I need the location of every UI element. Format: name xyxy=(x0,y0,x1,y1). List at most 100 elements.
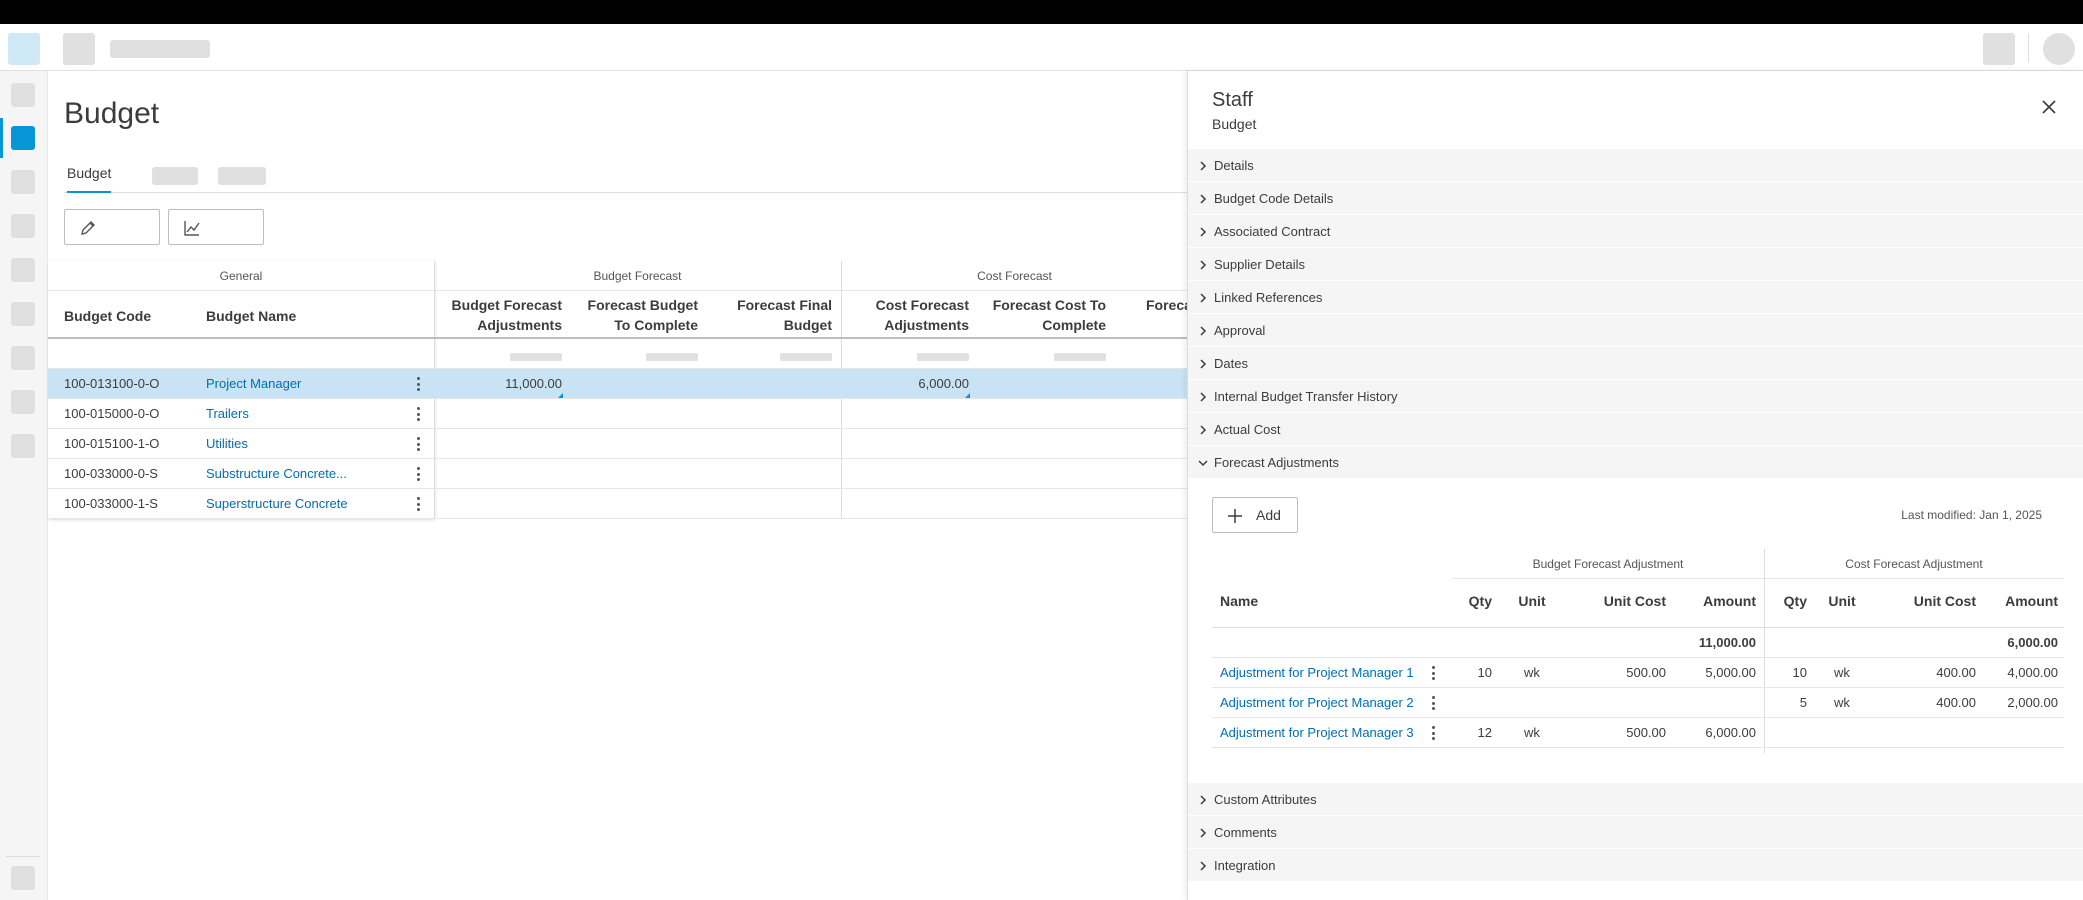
nav-item-1[interactable] xyxy=(11,83,35,107)
accordion-section[interactable]: Approval xyxy=(1188,314,2083,347)
accordion-section[interactable]: Integration xyxy=(1188,849,2083,882)
table-row[interactable]: 100-015000-0-O Trailers xyxy=(48,399,1188,429)
nav-item-9[interactable] xyxy=(11,434,35,458)
cost-unit-cell[interactable]: wk xyxy=(1812,688,1872,717)
budget-unit-cost-cell[interactable]: 500.00 xyxy=(1566,658,1666,687)
table-row[interactable]: Adjustment for Project Manager 3 12 wk 500.… xyxy=(1212,718,2064,748)
totals-row: 11,000.00 6,000.00 xyxy=(1212,628,2064,658)
accordion-section[interactable]: Dates xyxy=(1188,347,2083,380)
table-row[interactable]: 100-033000-1-S Superstructure Concrete xyxy=(48,489,1188,519)
accordion-label: Actual Cost xyxy=(1214,422,1281,437)
table-row[interactable]: 100-015100-1-O Utilities xyxy=(48,429,1188,459)
col-header-qty[interactable]: Qty xyxy=(1767,593,1807,609)
col-header-amount[interactable]: Amount xyxy=(1674,593,1756,609)
table-row[interactable]: 100-013100-0-O Project Manager 11,000.00… xyxy=(48,369,1188,399)
row-menu-icon[interactable] xyxy=(416,377,420,391)
budget-name-link[interactable]: Project Manager xyxy=(206,369,301,398)
accordion-forecast-adjustments[interactable]: Forecast Adjustments xyxy=(1188,446,2083,479)
accordion-label: Dates xyxy=(1214,356,1248,371)
col-header-amount[interactable]: Amount xyxy=(1978,593,2058,609)
app-logo[interactable] xyxy=(8,33,40,65)
accordion-section[interactable]: Budget Code Details xyxy=(1188,182,2083,215)
accordion-label: Supplier Details xyxy=(1214,257,1306,272)
col-header-truncated[interactable]: Foreca xyxy=(1146,295,1192,315)
budget-name-link[interactable]: Trailers xyxy=(206,399,249,428)
adjustment-name-link[interactable]: Adjustment for Project Manager 3 xyxy=(1220,718,1414,747)
nav-item-budget[interactable] xyxy=(11,126,35,150)
col-header-name[interactable]: Name xyxy=(1220,593,1258,609)
summary-row xyxy=(48,339,1188,369)
nav-item-5[interactable] xyxy=(11,258,35,282)
table-row[interactable]: 100-033000-0-S Substructure Concrete... xyxy=(48,459,1188,489)
row-menu-icon[interactable] xyxy=(416,437,420,451)
budget-unit-cell[interactable]: wk xyxy=(1507,658,1557,687)
accordion-section[interactable]: Actual Cost xyxy=(1188,413,2083,446)
budget-forecast-adjustments-cell[interactable]: 11,000.00 xyxy=(444,369,562,398)
chevron-right-icon xyxy=(1200,861,1207,871)
row-menu-icon[interactable] xyxy=(416,467,420,481)
group-header-budget-forecast: Budget Forecast xyxy=(434,261,841,291)
col-header-forecast-final-budget[interactable]: Forecast Final Budget xyxy=(712,295,832,335)
accordion-section[interactable]: Associated Contract xyxy=(1188,215,2083,248)
cost-qty-cell[interactable]: 5 xyxy=(1767,688,1807,717)
edit-button[interactable] xyxy=(64,209,160,245)
tab-budget[interactable]: Budget xyxy=(67,165,112,193)
tab-placeholder-2[interactable] xyxy=(152,167,198,185)
col-header-budget-code[interactable]: Budget Code xyxy=(64,306,151,326)
nav-item-4[interactable] xyxy=(11,214,35,238)
nav-item-6[interactable] xyxy=(11,302,35,326)
table-row[interactable]: Adjustment for Project Manager 2 5 wk 400.0… xyxy=(1212,688,2064,718)
budget-qty-cell[interactable]: 10 xyxy=(1452,658,1492,687)
budget-unit-cell[interactable]: wk xyxy=(1507,718,1557,747)
nav-item-3[interactable] xyxy=(11,170,35,194)
cost-unit-cost-cell[interactable]: 400.00 xyxy=(1876,688,1976,717)
accordion-section[interactable]: Comments xyxy=(1188,816,2083,849)
nav-item-settings[interactable] xyxy=(11,866,35,890)
col-header-qty[interactable]: Qty xyxy=(1452,593,1492,609)
col-header-unit[interactable]: Unit xyxy=(1507,593,1557,609)
cost-qty-cell[interactable]: 10 xyxy=(1767,658,1807,687)
pencil-icon xyxy=(81,221,95,235)
budget-unit-cost-cell[interactable]: 500.00 xyxy=(1566,718,1666,747)
col-header-budget-forecast-adjustments[interactable]: Budget Forecast Adjustments xyxy=(444,295,562,335)
summary-placeholder xyxy=(1054,353,1106,361)
accordion-label: Integration xyxy=(1214,858,1276,873)
budget-name-link[interactable]: Superstructure Concrete xyxy=(206,489,348,518)
cost-unit-cell[interactable]: wk xyxy=(1812,658,1872,687)
budget-qty-cell[interactable]: 12 xyxy=(1452,718,1492,747)
row-menu-icon[interactable] xyxy=(1431,696,1435,710)
budget-code-cell: 100-015000-0-O xyxy=(64,406,160,421)
cost-unit-cost-cell[interactable]: 400.00 xyxy=(1876,658,1976,687)
accordion-section[interactable]: Details xyxy=(1188,149,2083,182)
table-row[interactable]: Adjustment for Project Manager 1 10 wk 500.… xyxy=(1212,658,2064,688)
row-menu-icon[interactable] xyxy=(416,407,420,421)
help-button[interactable] xyxy=(1983,33,2015,65)
row-menu-icon[interactable] xyxy=(416,497,420,511)
project-switcher[interactable] xyxy=(63,33,95,65)
chart-button[interactable] xyxy=(168,209,264,245)
col-header-forecast-cost-to-complete[interactable]: Forecast Cost To Complete xyxy=(982,295,1106,335)
accordion-section[interactable]: Linked References xyxy=(1188,281,2083,314)
col-header-unit-cost[interactable]: Unit Cost xyxy=(1566,593,1666,609)
row-menu-icon[interactable] xyxy=(1431,666,1435,680)
avatar[interactable] xyxy=(2043,33,2075,65)
nav-item-8[interactable] xyxy=(11,390,35,414)
tab-placeholder-3[interactable] xyxy=(218,167,266,185)
nav-item-7[interactable] xyxy=(11,346,35,370)
budget-name-link[interactable]: Substructure Concrete... xyxy=(206,459,347,488)
adjustment-name-link[interactable]: Adjustment for Project Manager 2 xyxy=(1220,688,1414,717)
budget-name-link[interactable]: Utilities xyxy=(206,429,248,458)
adjustment-name-link[interactable]: Adjustment for Project Manager 1 xyxy=(1220,658,1414,687)
accordion-section[interactable]: Internal Budget Transfer History xyxy=(1188,380,2083,413)
col-header-cost-forecast-adjustments[interactable]: Cost Forecast Adjustments xyxy=(851,295,969,335)
cost-forecast-adjustments-cell[interactable]: 6,000.00 xyxy=(851,369,969,398)
col-header-unit[interactable]: Unit xyxy=(1812,593,1872,609)
accordion-section[interactable]: Supplier Details xyxy=(1188,248,2083,281)
close-icon[interactable] xyxy=(2041,99,2057,115)
row-menu-icon[interactable] xyxy=(1431,726,1435,740)
col-header-unit-cost[interactable]: Unit Cost xyxy=(1876,593,1976,609)
col-header-forecast-budget-to-complete[interactable]: Forecast Budget To Complete xyxy=(576,295,698,335)
add-adjustment-button[interactable]: Add xyxy=(1212,497,1298,533)
col-header-budget-name[interactable]: Budget Name xyxy=(206,306,296,326)
accordion-section[interactable]: Custom Attributes xyxy=(1188,783,2083,816)
